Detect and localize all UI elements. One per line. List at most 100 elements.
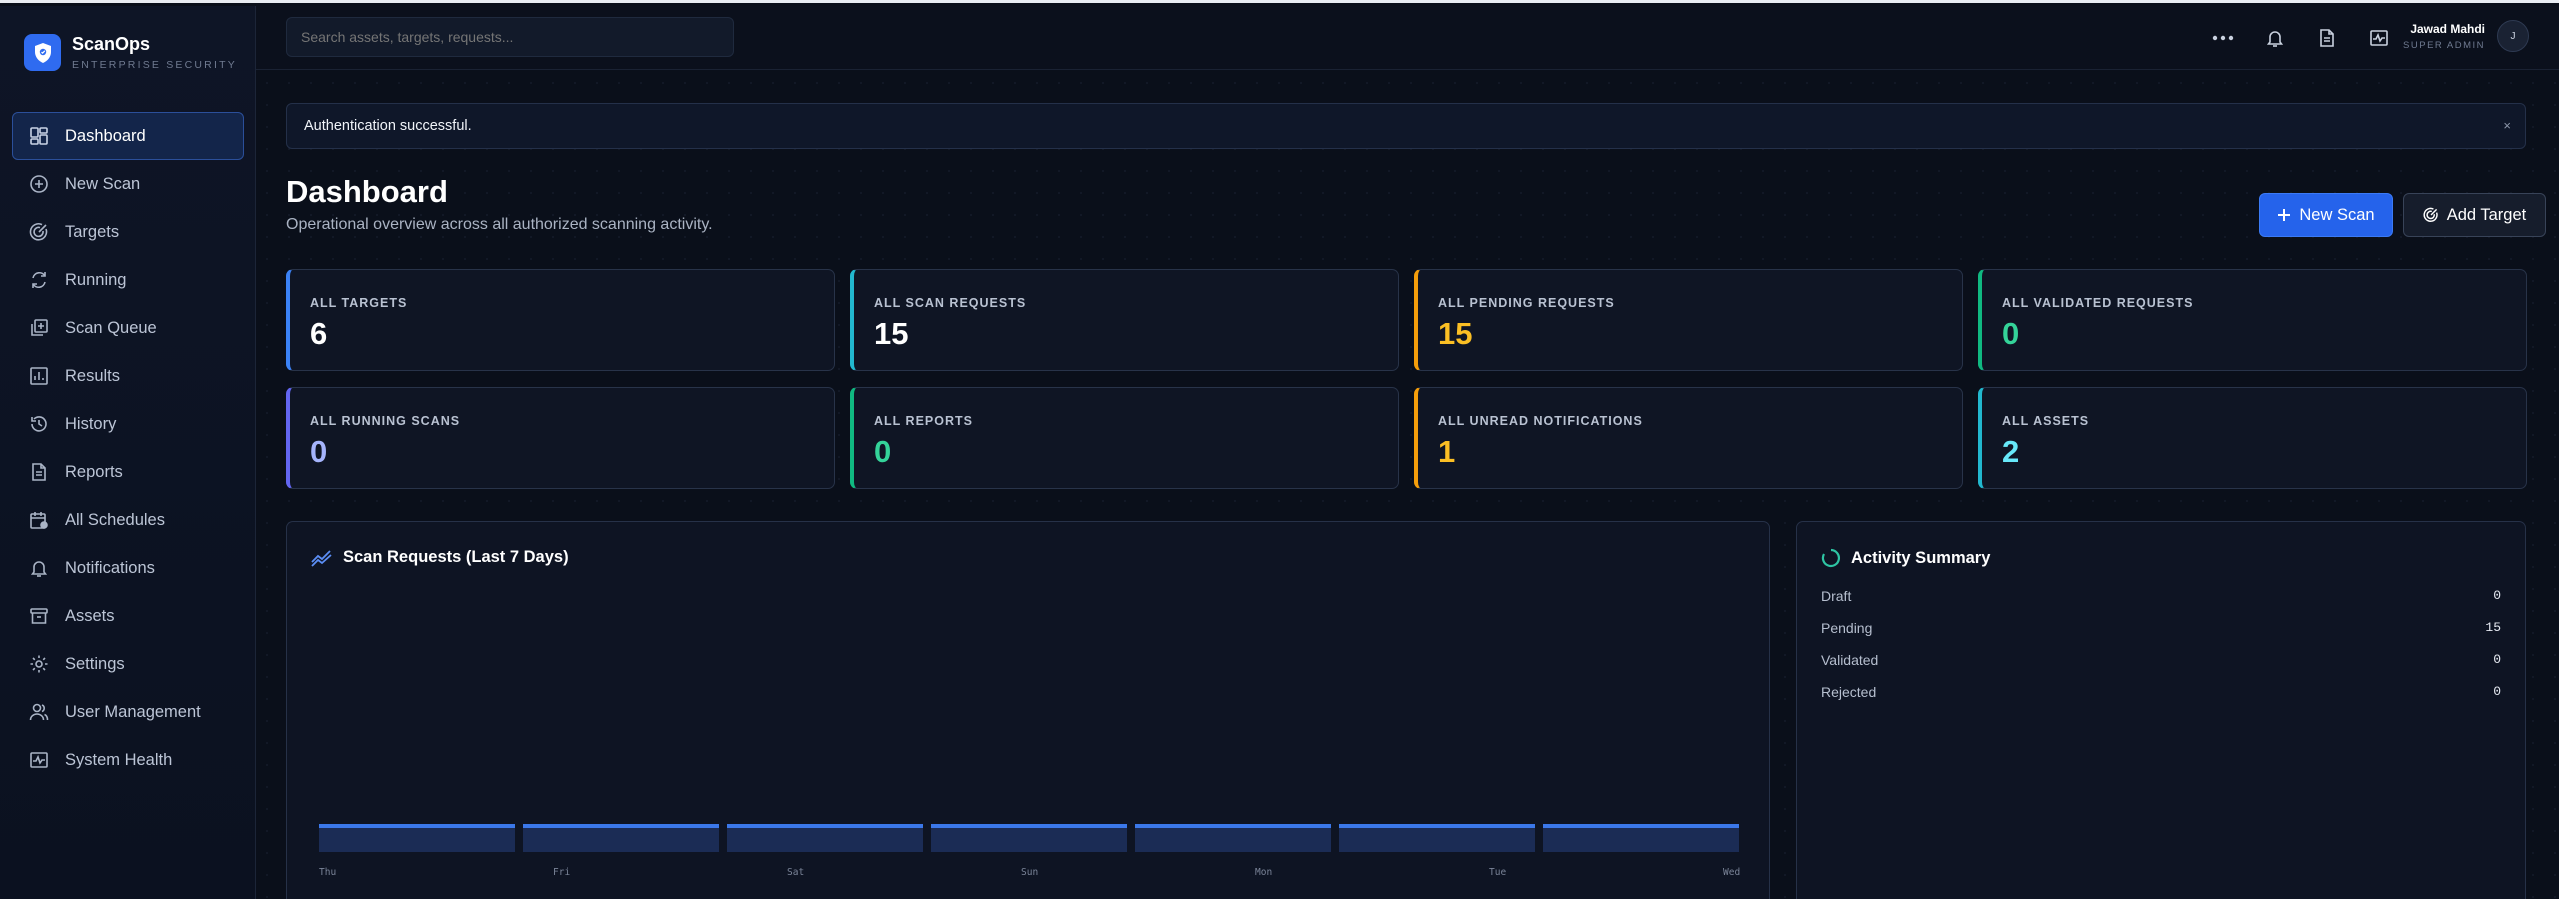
sidebar-item-label: Results (65, 366, 121, 385)
stat-value: 1 (1438, 434, 1456, 469)
sidebar-item-dashboard[interactable]: Dashboard (12, 112, 244, 160)
chart-bar-thu[interactable] (319, 824, 515, 852)
new-scan-button[interactable]: New Scan (2259, 193, 2393, 237)
gear-icon (30, 655, 48, 673)
bar-chart-icon (30, 367, 48, 385)
sidebar-item-label: All Schedules (65, 510, 165, 529)
page-subtitle: Operational overview across all authoriz… (286, 216, 713, 233)
document-icon[interactable] (2315, 26, 2339, 50)
stat-label: ALL ASSETS (2002, 414, 2090, 428)
sidebar-item-label: System Health (65, 750, 173, 769)
sidebar-nav: Dashboard New Scan Targets Running Scan … (12, 112, 244, 784)
sidebar-item-history[interactable]: History (12, 400, 244, 448)
stat-card-all-targets[interactable]: ALL TARGETS 6 (286, 269, 835, 371)
sidebar-item-label: Reports (65, 462, 123, 481)
chart-bar-fri[interactable] (523, 824, 719, 852)
sidebar-item-label: History (65, 414, 117, 433)
stat-card-all-scan-requests[interactable]: ALL SCAN REQUESTS 15 (850, 269, 1399, 371)
target-icon (29, 223, 48, 241)
chart-title: Scan Requests (Last 7 Days) (343, 548, 569, 566)
stat-label: ALL RUNNING SCANS (310, 414, 461, 428)
archive-icon (30, 608, 48, 624)
chart-bar-tue[interactable] (1339, 824, 1535, 852)
trend-chart-icon (311, 549, 332, 567)
add-target-label: Add Target (2446, 205, 2527, 224)
chart-x-label: Thu (319, 867, 337, 878)
stat-value: 0 (874, 434, 892, 469)
alert-message: Authentication successful. (304, 118, 472, 134)
chart-bar-sat[interactable] (727, 824, 923, 852)
chart-bar-mon[interactable] (1135, 824, 1331, 852)
stat-card-all-validated-requests[interactable]: ALL VALIDATED REQUESTS 0 (1978, 269, 2527, 371)
stat-label: ALL VALIDATED REQUESTS (2002, 296, 2194, 310)
activity-value: 0 (2493, 652, 2501, 667)
sidebar: ScanOps ENTERPRISE SECURITY Dashboard Ne… (0, 6, 256, 899)
sidebar-item-results[interactable]: Results (12, 352, 244, 400)
stat-value: 0 (310, 434, 328, 469)
plus-icon (2278, 209, 2291, 221)
health-icon[interactable] (2367, 26, 2391, 50)
sidebar-item-label: Scan Queue (65, 318, 157, 337)
stat-card-all-assets[interactable]: ALL ASSETS 2 (1978, 387, 2527, 489)
document-icon (32, 463, 46, 481)
calendar-icon (30, 512, 48, 529)
sidebar-item-scan-queue[interactable]: Scan Queue (12, 304, 244, 352)
more-icon[interactable] (2211, 26, 2235, 50)
chart-bar-wed[interactable] (1543, 824, 1739, 852)
sidebar-item-running[interactable]: Running (12, 256, 244, 304)
stat-label: ALL REPORTS (874, 414, 973, 428)
sidebar-item-new-scan[interactable]: New Scan (12, 160, 244, 208)
bell-icon (30, 561, 48, 577)
chart-x-label: Wed (1723, 867, 1741, 878)
chart-x-label: Mon (1255, 867, 1273, 878)
activity-row-draft: Draft 0 (1821, 588, 2501, 608)
stat-card-all-unread-notifications[interactable]: ALL UNREAD NOTIFICATIONS 1 (1414, 387, 1963, 489)
sidebar-item-label: Assets (65, 606, 115, 625)
sidebar-item-label: Settings (65, 654, 125, 673)
sidebar-item-all-schedules[interactable]: All Schedules (12, 496, 244, 544)
health-icon (30, 752, 48, 768)
add-target-button[interactable]: Add Target (2403, 193, 2546, 237)
activity-label: Validated (1821, 652, 1879, 668)
brand-subtitle: ENTERPRISE SECURITY (72, 59, 237, 71)
stat-label: ALL SCAN REQUESTS (874, 296, 1027, 310)
scan-requests-chart-panel: Scan Requests (Last 7 Days) Thu Fri Sat Sun… (286, 521, 1770, 899)
chart-bar-sun[interactable] (931, 824, 1127, 852)
sidebar-item-label: Running (65, 270, 127, 289)
avatar[interactable]: J (2497, 20, 2529, 52)
brand[interactable]: ScanOps ENTERPRISE SECURITY (24, 34, 237, 71)
sidebar-item-user-management[interactable]: User Management (12, 688, 244, 736)
loading-ring-icon (1821, 548, 1840, 568)
history-icon (31, 416, 47, 432)
sidebar-item-targets[interactable]: Targets (12, 208, 244, 256)
stat-label: ALL TARGETS (310, 296, 408, 310)
stat-card-all-pending-requests[interactable]: ALL PENDING REQUESTS 15 (1414, 269, 1963, 371)
activity-row-rejected: Rejected 0 (1821, 684, 2501, 704)
new-scan-label: New Scan (2299, 205, 2375, 224)
sidebar-item-settings[interactable]: Settings (12, 640, 244, 688)
success-alert: Authentication successful. × (286, 103, 2526, 149)
stat-label: ALL UNREAD NOTIFICATIONS (1438, 414, 1643, 428)
sidebar-item-label: New Scan (65, 174, 141, 193)
main-content: Jawad Mahdi SUPER ADMIN J Authentication… (256, 6, 2559, 899)
page-title: Dashboard (286, 174, 448, 209)
user-menu[interactable]: Jawad Mahdi SUPER ADMIN J (2403, 20, 2529, 52)
queue-icon (31, 319, 48, 336)
sidebar-item-system-health[interactable]: System Health (12, 736, 244, 784)
search-input[interactable] (286, 17, 734, 57)
activity-value: 0 (2493, 588, 2501, 603)
sidebar-item-reports[interactable]: Reports (12, 448, 244, 496)
shield-logo-icon (24, 34, 61, 71)
activity-row-validated: Validated 0 (1821, 652, 2501, 672)
chart-x-label: Tue (1489, 867, 1507, 878)
sidebar-item-notifications[interactable]: Notifications (12, 544, 244, 592)
bell-icon[interactable] (2263, 26, 2287, 50)
stat-value: 15 (874, 316, 909, 351)
chart-x-label: Fri (553, 867, 571, 878)
sidebar-item-label: Dashboard (65, 126, 146, 145)
sidebar-item-assets[interactable]: Assets (12, 592, 244, 640)
close-icon[interactable]: × (2503, 104, 2511, 148)
stat-card-all-reports[interactable]: ALL REPORTS 0 (850, 387, 1399, 489)
stat-card-all-running-scans[interactable]: ALL RUNNING SCANS 0 (286, 387, 835, 489)
topbar: Jawad Mahdi SUPER ADMIN J (256, 6, 2559, 70)
